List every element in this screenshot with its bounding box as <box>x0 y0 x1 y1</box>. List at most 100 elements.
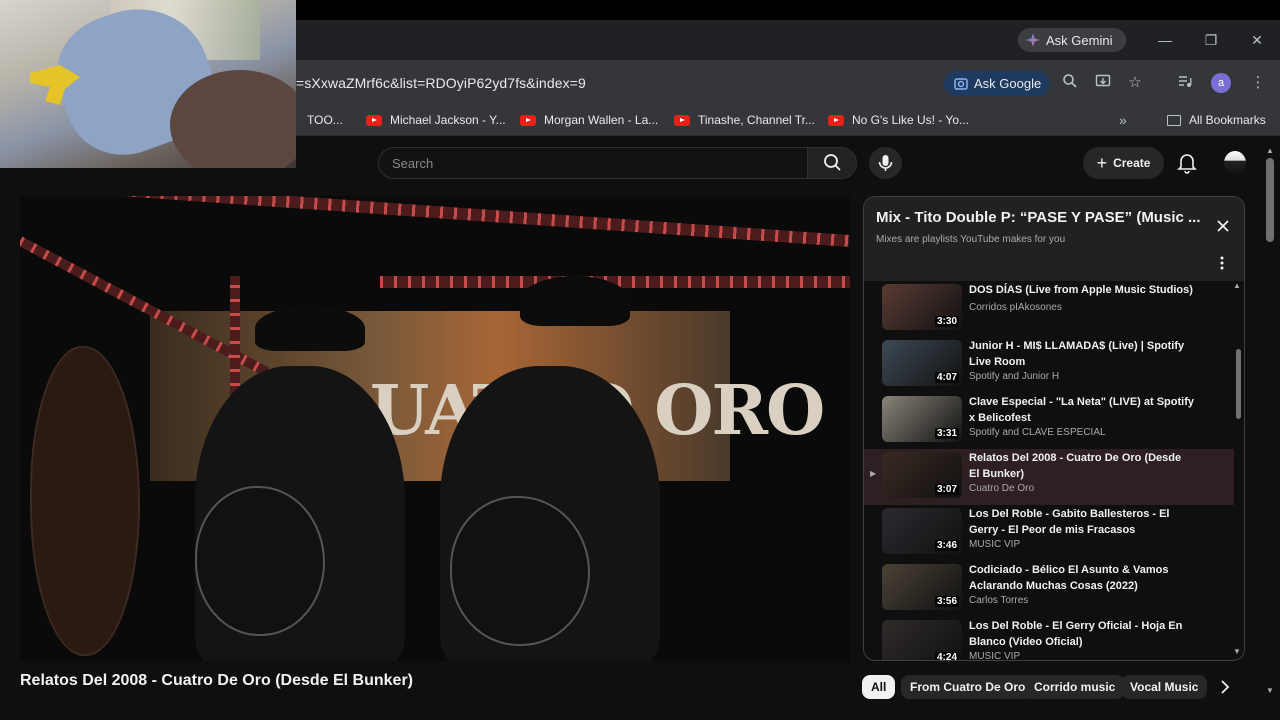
chevron-right-icon[interactable] <box>1216 678 1234 696</box>
address-bar-url[interactable]: =sXxwaZMrf6c&list=RDOyiP62yd7fs&index=9 <box>296 75 586 91</box>
browser-menu-icon[interactable]: ⋮ <box>1248 73 1268 93</box>
close-window-icon[interactable]: ✕ <box>1247 30 1267 50</box>
playlist-item-channel: MUSIC VIP <box>969 539 1021 550</box>
playlist-item[interactable]: 3:56 Codiciado - Bélico El Asunto & Vamos… <box>864 561 1234 617</box>
restore-icon[interactable]: ❐ <box>1201 30 1221 50</box>
scroll-up-icon[interactable]: ▲ <box>1233 281 1241 290</box>
bookmark-label: No G's Like Us! - Yo... <box>852 113 970 127</box>
playlist-item-thumbnail[interactable]: 3:56 <box>882 564 962 610</box>
lens-icon <box>954 77 968 90</box>
voice-search-button[interactable] <box>869 147 902 179</box>
playlist-scrollbar[interactable] <box>1236 349 1241 419</box>
close-icon[interactable] <box>1214 217 1232 235</box>
page-scroll-down-icon[interactable]: ▼ <box>1266 686 1274 695</box>
playlist-item-channel: Spotify and CLAVE ESPECIAL <box>969 427 1106 438</box>
playlist-item-channel: Spotify and Junior H <box>969 371 1060 382</box>
search-button[interactable] <box>807 147 857 179</box>
playlist-subtitle: Mixes are playlists YouTube makes for yo… <box>876 234 1066 245</box>
playlist-item[interactable]: 3:31 Clave Especial - "La Neta" (LIVE) at… <box>864 393 1234 449</box>
bookmark-label: TOO... <box>307 113 343 127</box>
playlist-item-title: Junior H - MI$ LLAMADA$ (Live) | Spotify… <box>969 340 1185 368</box>
ask-gemini-button[interactable]: Ask Gemini <box>1018 28 1126 52</box>
duration-badge: 4:24 <box>934 652 959 661</box>
duration-badge: 3:56 <box>934 596 959 607</box>
folder-icon <box>1167 114 1181 126</box>
ask-google-label: Ask Google <box>974 76 1042 91</box>
duration-badge: 4:07 <box>934 372 959 383</box>
bookmark-item[interactable]: Morgan Wallen - La... <box>520 111 658 129</box>
youtube-icon <box>520 114 536 126</box>
playlist-item-title: Relatos Del 2008 - Cuatro De Oro (Desde … <box>969 452 1182 480</box>
minimize-icon[interactable]: — <box>1155 30 1175 50</box>
playlist-item-title: Los Del Roble - Gabito Ballesteros - El … <box>969 508 1170 536</box>
playlist-item-title: Clave Especial - "La Neta" (LIVE) at Spo… <box>969 396 1194 424</box>
youtube-icon <box>366 114 382 126</box>
page-scroll-up-icon[interactable]: ▲ <box>1266 146 1274 155</box>
youtube-icon <box>828 114 844 126</box>
chip-corrido-music[interactable]: Corrido music <box>1025 675 1125 699</box>
duration-badge: 3:31 <box>934 428 959 439</box>
bookmark-item[interactable]: Michael Jackson - Y... <box>366 111 506 129</box>
bookmark-label: Tinashe, Channel Tr... <box>698 113 815 127</box>
user-avatar[interactable] <box>1224 151 1246 175</box>
chip-from-cuatro-de-oro[interactable]: From Cuatro De Oro <box>901 675 1035 699</box>
ask-gemini-label: Ask Gemini <box>1046 32 1113 48</box>
ask-google-button[interactable]: Ask Google <box>944 71 1050 96</box>
duration-badge: 3:46 <box>934 540 959 551</box>
media-controls-icon[interactable] <box>1175 73 1195 93</box>
profile-avatar[interactable]: a <box>1211 73 1231 93</box>
playlist-item[interactable]: 3:46 Los Del Roble - Gabito Ballesteros -… <box>864 505 1234 561</box>
microphone-icon <box>878 155 893 171</box>
playlist-item-channel: Carlos Torres <box>969 595 1029 606</box>
playlist-item[interactable]: ▶ 3:07 Relatos Del 2008 - Cuatro De Oro (D… <box>864 449 1234 505</box>
chip-vocal-music[interactable]: Vocal Music <box>1121 675 1208 699</box>
youtube-icon <box>674 114 690 126</box>
playlist-item-title: Los Del Roble - El Gerry Oficial - Hoja … <box>969 620 1183 648</box>
now-playing-icon: ▶ <box>870 469 877 478</box>
video-player[interactable]: UATRO ORO <box>20 196 850 661</box>
duration-badge: 3:30 <box>934 316 959 327</box>
bookmarks-overflow-icon[interactable]: » <box>1119 111 1127 129</box>
bookmark-item[interactable]: TOO... <box>307 111 343 129</box>
bookmark-label: Michael Jackson - Y... <box>390 113 506 127</box>
video-title: Relatos Del 2008 - Cuatro De Oro (Desde … <box>20 672 413 689</box>
search-icon <box>824 154 841 171</box>
playlist-item-thumbnail[interactable]: 3:46 <box>882 508 962 554</box>
gemini-icon <box>1026 33 1040 47</box>
playlist-panel: Mix - Tito Double P: “PASE Y PASE” (Musi… <box>863 196 1245 661</box>
playlist-item-channel: Cuatro De Oro <box>969 483 1035 494</box>
more-options-icon[interactable] <box>1219 255 1225 271</box>
playlist-item-thumbnail[interactable]: 4:24 <box>882 620 962 661</box>
playlist-item-channel: Corridos pIAkosones <box>969 302 1062 313</box>
create-button[interactable]: + Create <box>1083 147 1164 179</box>
playlist-item-thumbnail[interactable]: 4:07 <box>882 340 962 386</box>
scroll-down-icon[interactable]: ▼ <box>1233 647 1241 656</box>
bookmark-label: Morgan Wallen - La... <box>544 113 659 127</box>
playlist-header: Mix - Tito Double P: “PASE Y PASE” (Musi… <box>864 197 1244 281</box>
bookmark-item[interactable]: No G's Like Us! - Yo... <box>828 111 969 129</box>
bookmark-star-icon[interactable]: ☆ <box>1125 73 1145 93</box>
playlist-item-thumbnail[interactable]: 3:07 <box>882 452 962 498</box>
notifications-bell-icon[interactable] <box>1176 151 1198 175</box>
install-app-icon[interactable] <box>1093 73 1113 93</box>
playlist-item-thumbnail[interactable]: 3:30 <box>882 284 962 330</box>
search-input[interactable]: Search <box>378 147 808 179</box>
bookmark-item[interactable]: Tinashe, Channel Tr... <box>674 111 815 129</box>
duration-badge: 3:07 <box>934 484 959 495</box>
playlist-item-channel: MUSIC VIP <box>969 651 1021 661</box>
playlist-item-thumbnail[interactable]: 3:31 <box>882 396 962 442</box>
all-bookmarks-label: All Bookmarks <box>1189 113 1266 127</box>
webcam-overlay <box>0 0 296 168</box>
page-scrollbar[interactable] <box>1266 158 1274 242</box>
playlist-title[interactable]: Mix - Tito Double P: “PASE Y PASE” (Musi… <box>876 209 1206 226</box>
create-label: Create <box>1113 156 1151 170</box>
zoom-icon[interactable] <box>1060 73 1080 93</box>
playlist-item-title: Codiciado - Bélico El Asunto & Vamos Acl… <box>969 564 1169 592</box>
plus-icon: + <box>1096 153 1108 173</box>
all-bookmarks-button[interactable]: All Bookmarks <box>1167 111 1266 129</box>
playlist-item[interactable]: 4:07 Junior H - MI$ LLAMADA$ (Live) | Spo… <box>864 337 1234 393</box>
chip-all[interactable]: All <box>862 675 896 699</box>
playlist-item[interactable]: 3:30 DOS DÍAS (Live from Apple Music Stud… <box>864 281 1234 337</box>
playlist-item-title: DOS DÍAS (Live from Apple Music Studios) <box>969 284 1193 296</box>
playlist-item[interactable]: 4:24 Los Del Roble - El Gerry Oficial - H… <box>864 617 1234 661</box>
